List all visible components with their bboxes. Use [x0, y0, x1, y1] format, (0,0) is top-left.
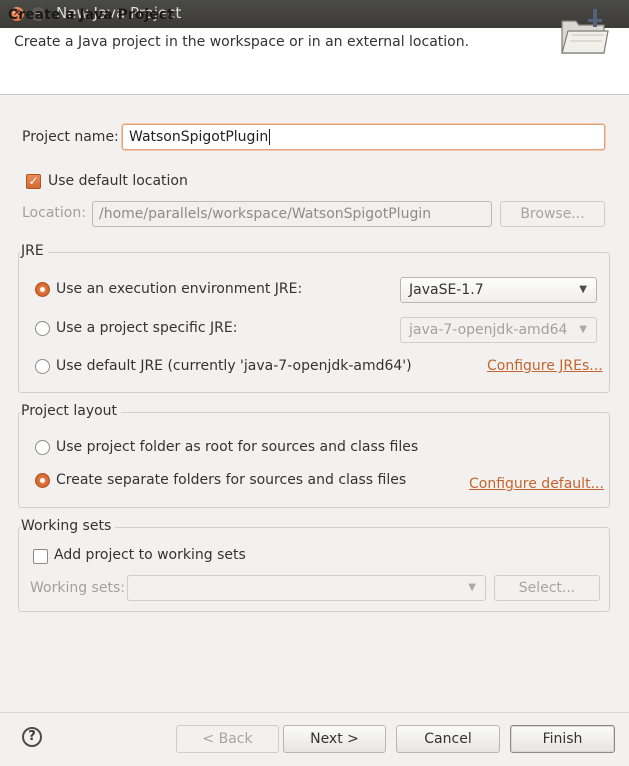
- help-glyph: ?: [28, 729, 36, 744]
- new-project-folder-icon: [558, 7, 610, 57]
- project-specific-jre-label: Use a project specific JRE:: [56, 320, 238, 336]
- project-root-layout-label: Use project folder as root for sources a…: [56, 439, 419, 455]
- exec-env-combo[interactable]: JavaSE-1.7 ▼: [400, 277, 597, 303]
- footer-separator: [0, 712, 629, 713]
- page-description: Create a Java project in the workspace o…: [14, 34, 470, 50]
- exec-env-jre-label: Use an execution environment JRE:: [56, 281, 303, 297]
- help-icon[interactable]: ?: [22, 727, 42, 747]
- exec-env-value: JavaSE-1.7: [409, 282, 484, 298]
- cancel-button[interactable]: Cancel: [396, 725, 500, 753]
- dropdown-arrow-icon: ▼: [579, 324, 587, 335]
- browse-button[interactable]: Browse...: [500, 201, 605, 227]
- location-label: Location:: [22, 205, 86, 221]
- location-input[interactable]: /home/parallels/workspace/WatsonSpigotPl…: [92, 201, 492, 227]
- separate-folders-layout-radio[interactable]: [35, 473, 50, 488]
- project-layout-group-title: Project layout: [21, 403, 122, 419]
- page-title: Create a Java Project: [8, 7, 174, 23]
- working-sets-combo[interactable]: ▼: [127, 575, 486, 601]
- select-working-sets-button[interactable]: Select...: [494, 575, 600, 601]
- dropdown-arrow-icon: ▼: [579, 284, 587, 295]
- project-name-input[interactable]: WatsonSpigotPlugin: [122, 124, 605, 150]
- project-specific-jre-value: java-7-openjdk-amd64: [409, 322, 568, 338]
- project-layout-group: [18, 412, 610, 508]
- project-specific-jre-combo[interactable]: java-7-openjdk-amd64 ▼: [400, 317, 597, 343]
- jre-group-title: JRE: [21, 243, 48, 259]
- checkmark-icon: ✓: [28, 174, 39, 188]
- project-specific-jre-radio[interactable]: [35, 321, 50, 336]
- working-sets-label: Working sets:: [30, 580, 125, 596]
- back-button[interactable]: < Back: [176, 725, 279, 753]
- finish-button[interactable]: Finish: [510, 725, 615, 753]
- project-name-value: WatsonSpigotPlugin: [129, 129, 269, 145]
- next-button[interactable]: Next >: [283, 725, 386, 753]
- configure-default-link[interactable]: Configure default...: [469, 476, 604, 492]
- exec-env-jre-radio[interactable]: [35, 282, 50, 297]
- location-value: /home/parallels/workspace/WatsonSpigotPl…: [99, 206, 432, 222]
- project-root-layout-radio[interactable]: [35, 440, 50, 455]
- use-default-location-label: Use default location: [48, 173, 188, 189]
- default-jre-radio[interactable]: [35, 359, 50, 374]
- project-name-label: Project name:: [22, 129, 119, 145]
- default-jre-label: Use default JRE (currently 'java-7-openj…: [56, 358, 412, 374]
- configure-jres-link[interactable]: Configure JREs...: [487, 358, 603, 374]
- use-default-location-checkbox[interactable]: ✓: [26, 174, 41, 189]
- working-sets-group-title: Working sets: [21, 518, 116, 534]
- add-to-working-sets-checkbox[interactable]: [33, 549, 48, 564]
- dropdown-arrow-icon: ▼: [468, 582, 476, 593]
- add-to-working-sets-label: Add project to working sets: [54, 547, 246, 563]
- separate-folders-layout-label: Create separate folders for sources and …: [56, 472, 407, 488]
